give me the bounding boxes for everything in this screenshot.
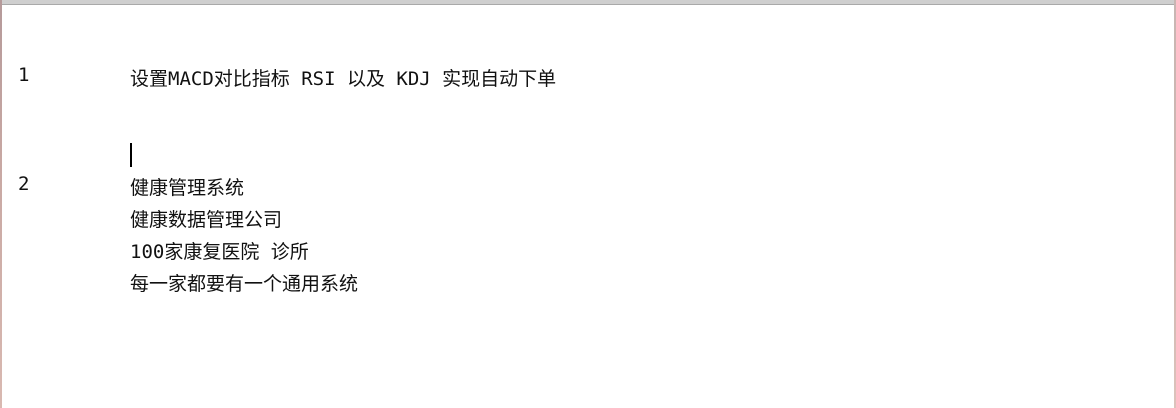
- entry-1-line-1[interactable]: 设置MACD对比指标 RSI 以及 KDJ 实现自动下单: [130, 64, 556, 91]
- entry-2-line-4[interactable]: 每一家都要有一个通用系统: [130, 269, 358, 296]
- text-editor-window: 1 设置MACD对比指标 RSI 以及 KDJ 实现自动下单 2 健康管理系统 …: [0, 0, 1176, 408]
- text-cursor: [130, 143, 132, 167]
- entry-2-line-1[interactable]: 健康管理系统: [130, 173, 244, 200]
- entry-2-line-3[interactable]: 100家康复医院 诊所: [130, 237, 309, 264]
- entry-number-1: 1: [18, 64, 30, 86]
- entry-2-line-2[interactable]: 健康数据管理公司: [130, 205, 282, 232]
- entry-number-2: 2: [18, 173, 30, 195]
- text-editing-area[interactable]: 1 设置MACD对比指标 RSI 以及 KDJ 实现自动下单 2 健康管理系统 …: [0, 5, 1176, 408]
